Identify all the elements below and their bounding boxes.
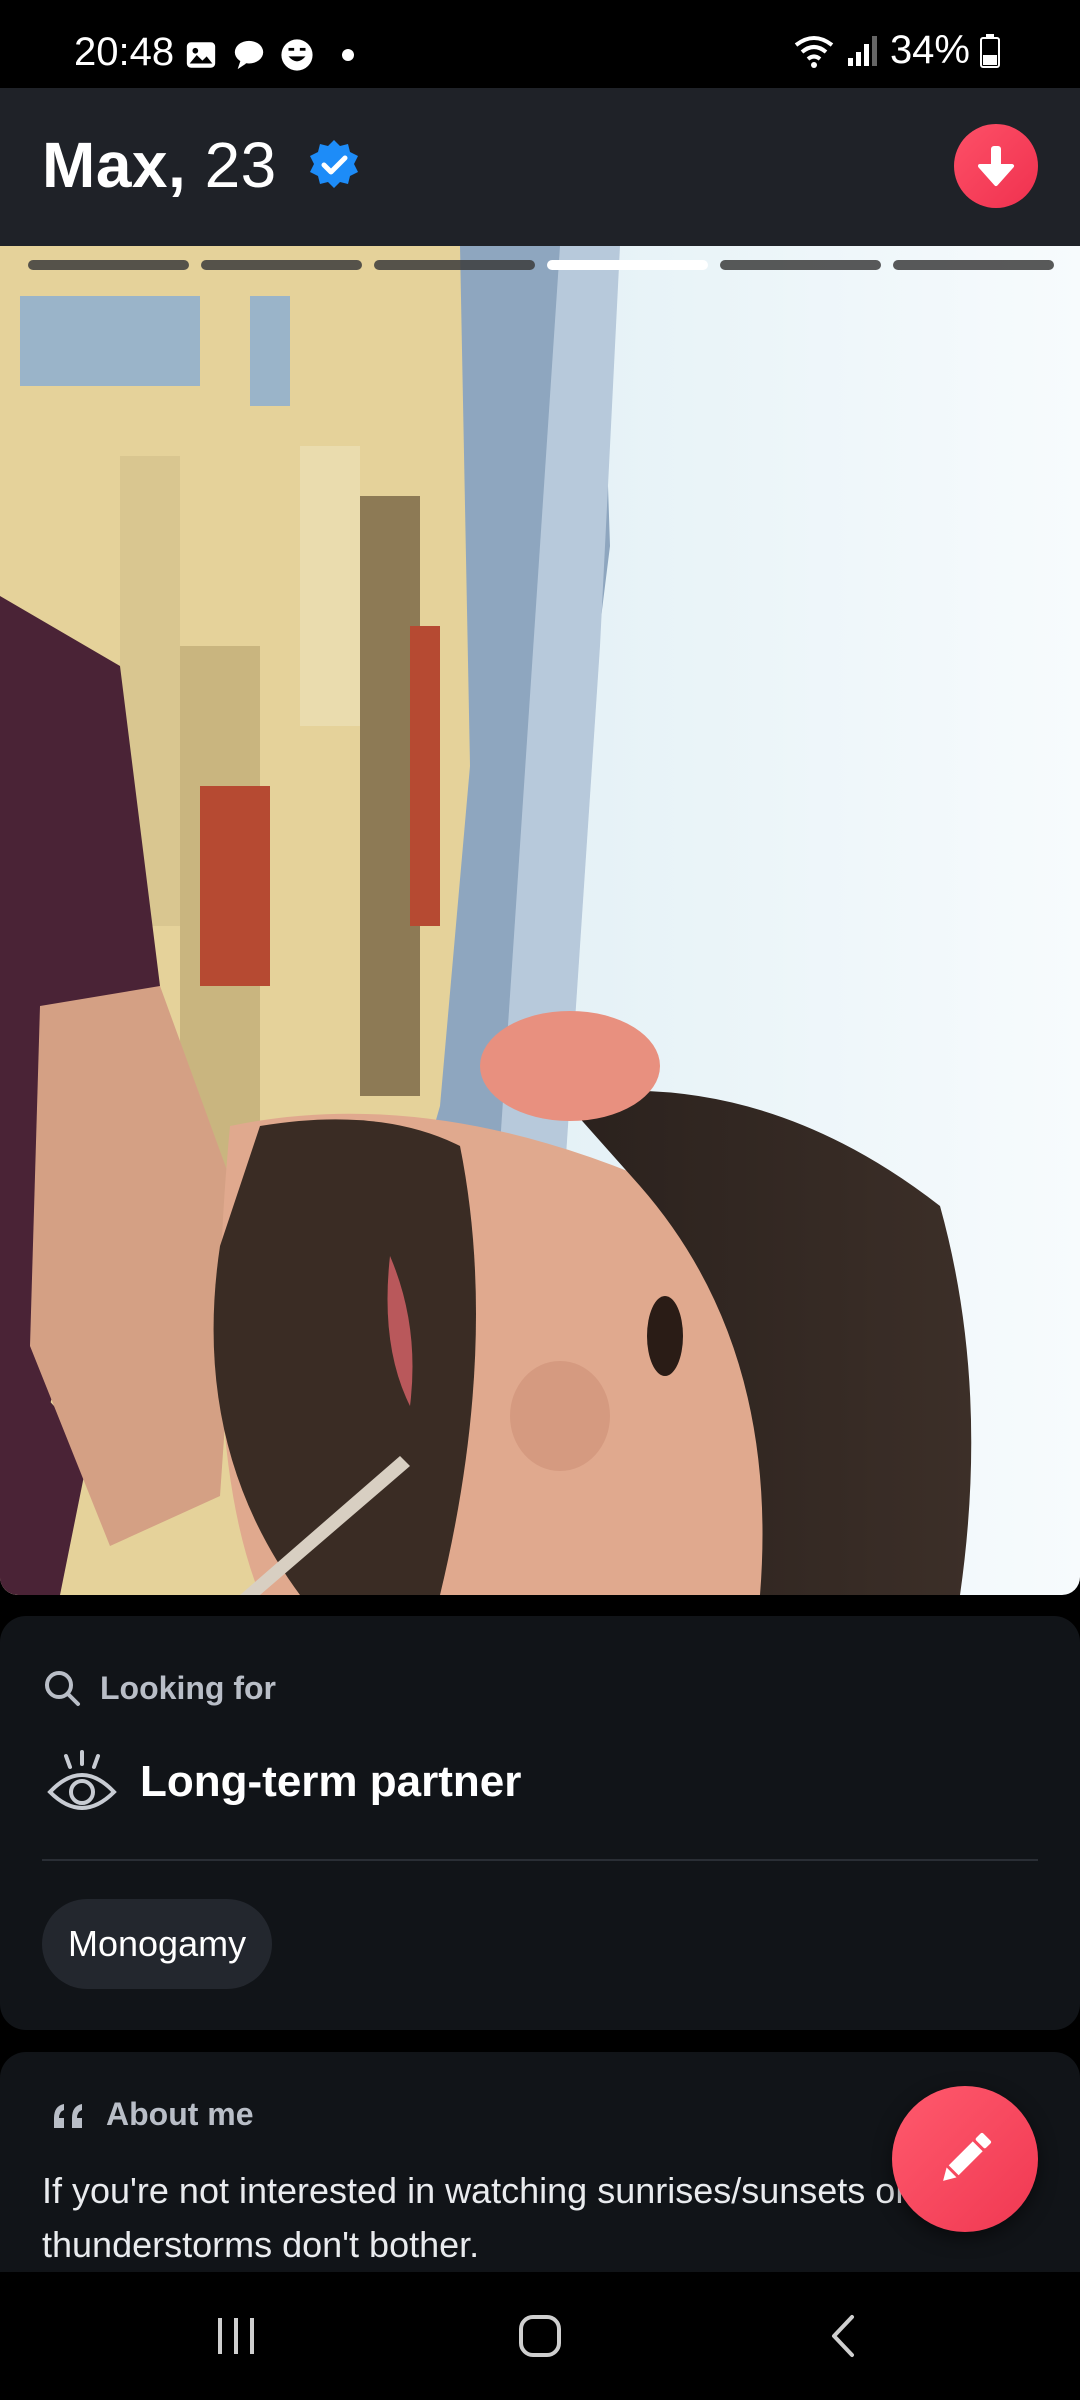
about-me-text: If you're not interested in watching sun… xyxy=(42,2170,908,2265)
signal-icon xyxy=(847,35,877,66)
pencil-icon xyxy=(943,2132,992,2181)
photo-progress-segment[interactable] xyxy=(720,260,881,270)
photo-progress-segment[interactable] xyxy=(28,260,189,270)
looking-for-header: Looking for xyxy=(42,1668,276,1708)
photo-progress xyxy=(28,260,1054,270)
status-bar: 20:48 34% xyxy=(0,0,1080,88)
recents-icon xyxy=(218,2318,254,2354)
back-button[interactable] xyxy=(764,2272,924,2400)
about-me-label: About me xyxy=(106,2096,254,2132)
verified-badge-icon[interactable] xyxy=(306,138,362,194)
status-time: 20:48 xyxy=(74,30,175,74)
profile-name-age: Max, 23 xyxy=(42,128,277,202)
status-right: 34% xyxy=(792,28,1000,73)
eye-icon xyxy=(47,1750,117,1810)
photo-progress-segment[interactable] xyxy=(893,260,1054,270)
looking-for-value-row: Long-term partner xyxy=(46,1748,521,1816)
photo-progress-segment[interactable] xyxy=(374,260,535,270)
system-nav-bar xyxy=(0,2272,1080,2400)
photo-image xyxy=(0,246,1080,1595)
profile-header: Max, 23 xyxy=(0,88,1080,246)
notification-icons xyxy=(184,38,354,72)
relationship-type-chip: Monogamy xyxy=(42,1899,273,1989)
home-icon xyxy=(519,2315,561,2357)
chat-bubble-icon xyxy=(234,40,264,70)
battery-icon xyxy=(980,33,1000,68)
looking-for-value: Long-term partner xyxy=(140,1757,522,1806)
dot-icon xyxy=(342,49,354,61)
close-profile-button[interactable] xyxy=(954,124,1038,208)
gallery-icon xyxy=(186,42,216,68)
about-me-header: About me xyxy=(50,2096,254,2133)
wifi-icon xyxy=(794,35,834,68)
looking-for-card: Looking for Long-term partner Monogamy xyxy=(0,1616,1080,2030)
photo-progress-segment[interactable] xyxy=(547,260,708,270)
search-icon xyxy=(45,1671,80,1706)
recents-button[interactable] xyxy=(156,2272,316,2400)
battery-percent: 34% xyxy=(889,28,970,72)
smiley-icon xyxy=(281,39,313,71)
back-icon xyxy=(832,2315,854,2357)
photo-progress-segment[interactable] xyxy=(201,260,362,270)
profile-age: 23 xyxy=(204,129,277,201)
quote-icon xyxy=(54,2103,82,2128)
edit-button[interactable] xyxy=(892,2086,1038,2232)
divider xyxy=(42,1859,1038,1861)
looking-for-label: Looking for xyxy=(100,1669,276,1706)
arrow-down-icon xyxy=(978,146,1014,186)
profile-name: Max, xyxy=(42,129,187,201)
profile-photo[interactable] xyxy=(0,246,1080,1595)
home-button[interactable] xyxy=(460,2272,620,2400)
